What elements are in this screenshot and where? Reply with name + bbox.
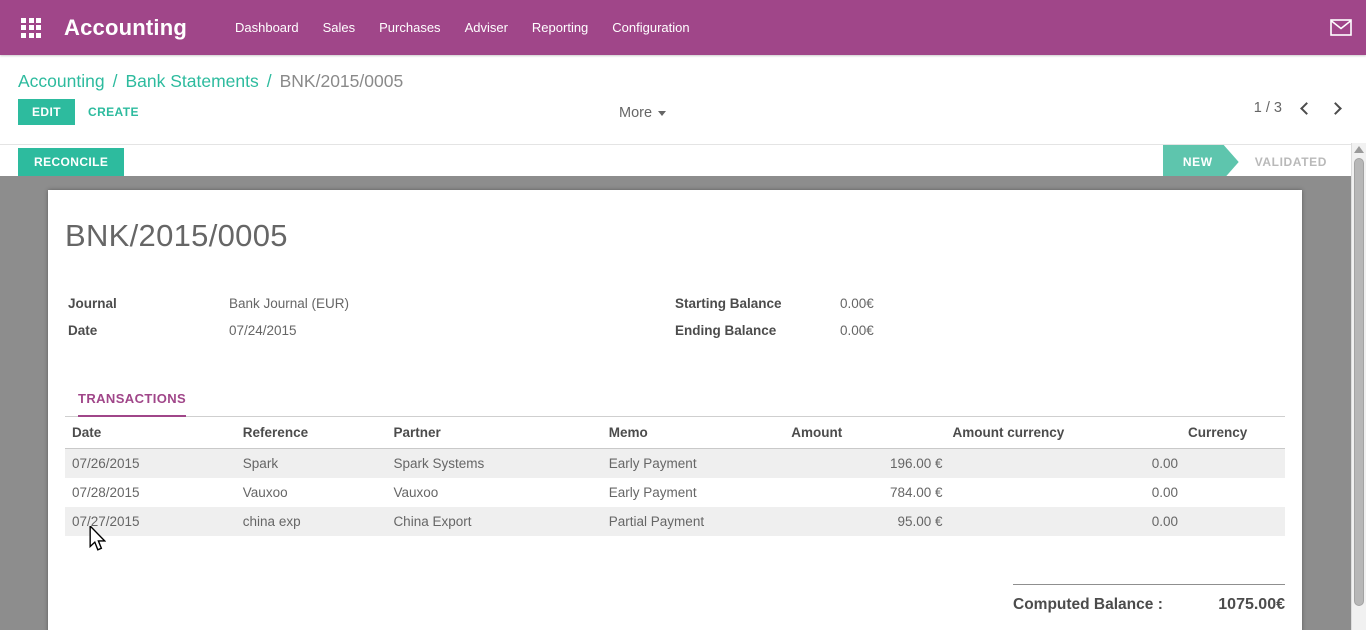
column-amount-currency[interactable]: Amount currency [946,417,1182,449]
chevron-down-icon [658,111,666,116]
column-currency[interactable]: Currency [1181,417,1285,449]
form-view-background: BNK/2015/0005 Journal Bank Journal (EUR)… [0,176,1366,630]
cell-partner[interactable]: Vauxoo [386,478,601,507]
cell-reference[interactable]: china exp [236,507,387,536]
statusbar: RECONCILE NEW VALIDATED [0,144,1366,178]
top-menu: Dashboard Sales Purchases Adviser Report… [223,12,702,43]
table-row[interactable]: 07/28/2015 Vauxoo Vauxoo Early Payment 7… [65,478,1285,507]
reconcile-button[interactable]: RECONCILE [18,148,124,176]
starting-balance-value: 0.00€ [840,296,874,311]
computed-balance: Computed Balance : 1075.00€ [1013,584,1285,614]
date-value: 07/24/2015 [229,323,297,338]
cell-partner[interactable]: Spark Systems [386,449,601,479]
record-title: BNK/2015/0005 [65,218,1285,254]
table-header-row: Date Reference Partner Memo Amount Amoun… [65,417,1285,449]
breadcrumb-current-record: BNK/2015/0005 [280,71,404,92]
computed-balance-value: 1075.00€ [1218,596,1285,614]
more-dropdown-label: More [619,105,652,121]
cell-amount-currency[interactable]: 0.00 [946,507,1182,536]
cell-memo[interactable]: Early Payment [602,449,784,479]
menu-adviser[interactable]: Adviser [453,12,520,43]
apps-grid-icon-glyph [21,18,41,38]
state-new[interactable]: NEW [1163,145,1239,179]
journal-value: Bank Journal (EUR) [229,296,349,311]
apps-grid-icon[interactable] [12,9,50,47]
control-panel: Accounting / Bank Statements / BNK/2015/… [0,55,1366,135]
tab-transactions[interactable]: TRANSACTIONS [78,391,186,417]
menu-configuration[interactable]: Configuration [600,12,701,43]
starting-balance-label: Starting Balance [675,296,840,311]
transactions-table: Date Reference Partner Memo Amount Amoun… [65,417,1285,536]
cell-partner[interactable]: China Export [386,507,601,536]
edit-button[interactable]: EDIT [18,99,75,125]
state-validated[interactable]: VALIDATED [1239,145,1341,179]
cell-date[interactable]: 07/28/2015 [65,478,236,507]
breadcrumb: Accounting / Bank Statements / BNK/2015/… [18,65,1348,97]
pager: 1 / 3 [1254,100,1340,116]
menu-sales[interactable]: Sales [311,12,368,43]
column-memo[interactable]: Memo [602,417,784,449]
messages-envelope-icon[interactable] [1330,19,1352,36]
top-navbar: Accounting Dashboard Sales Purchases Adv… [0,0,1366,55]
column-date[interactable]: Date [65,417,236,449]
notebook-tabs: TRANSACTIONS [65,390,1285,417]
pager-next-icon[interactable] [1329,102,1342,115]
breadcrumb-accounting[interactable]: Accounting [18,71,105,92]
journal-label: Journal [65,296,229,311]
breadcrumb-bank-statements[interactable]: Bank Statements [125,71,258,92]
scrollbar-thumb[interactable] [1354,158,1364,606]
cell-amount-currency[interactable]: 0.00 [946,449,1182,479]
form-sheet: BNK/2015/0005 Journal Bank Journal (EUR)… [48,190,1302,630]
column-partner[interactable]: Partner [386,417,601,449]
pager-previous-icon[interactable] [1300,102,1313,115]
app-title: Accounting [64,15,187,41]
breadcrumb-separator: / [113,71,118,92]
create-button[interactable]: CREATE [84,99,143,125]
menu-reporting[interactable]: Reporting [520,12,600,43]
table-row[interactable]: 07/26/2015 Spark Spark Systems Early Pay… [65,449,1285,479]
breadcrumb-separator: / [267,71,272,92]
more-dropdown[interactable]: More [613,101,672,125]
vertical-scrollbar[interactable] [1351,143,1366,630]
cell-amount[interactable]: 784.00 € [784,478,945,507]
menu-dashboard[interactable]: Dashboard [223,12,311,43]
cell-memo[interactable]: Partial Payment [602,507,784,536]
pager-value: 1 / 3 [1254,100,1282,116]
cell-reference[interactable]: Vauxoo [236,478,387,507]
cell-amount-currency[interactable]: 0.00 [946,478,1182,507]
cell-memo[interactable]: Early Payment [602,478,784,507]
column-amount[interactable]: Amount [784,417,945,449]
ending-balance-label: Ending Balance [675,323,840,338]
ending-balance-value: 0.00€ [840,323,874,338]
menu-purchases[interactable]: Purchases [367,12,452,43]
scrollbar-up-arrow-icon[interactable] [1354,146,1364,153]
computed-balance-label: Computed Balance : [1013,596,1163,614]
cell-date[interactable]: 07/27/2015 [65,507,236,536]
field-groups: Journal Bank Journal (EUR) Date 07/24/20… [65,296,1285,350]
cell-amount[interactable]: 95.00 € [784,507,945,536]
cell-reference[interactable]: Spark [236,449,387,479]
statusbar-states: NEW VALIDATED [1163,145,1341,179]
cell-currency[interactable] [1181,449,1285,479]
column-reference[interactable]: Reference [236,417,387,449]
date-label: Date [65,323,229,338]
cell-amount[interactable]: 196.00 € [784,449,945,479]
cell-currency[interactable] [1181,507,1285,536]
cell-date[interactable]: 07/26/2015 [65,449,236,479]
cell-currency[interactable] [1181,478,1285,507]
table-row[interactable]: 07/27/2015 china exp China Export Partia… [65,507,1285,536]
